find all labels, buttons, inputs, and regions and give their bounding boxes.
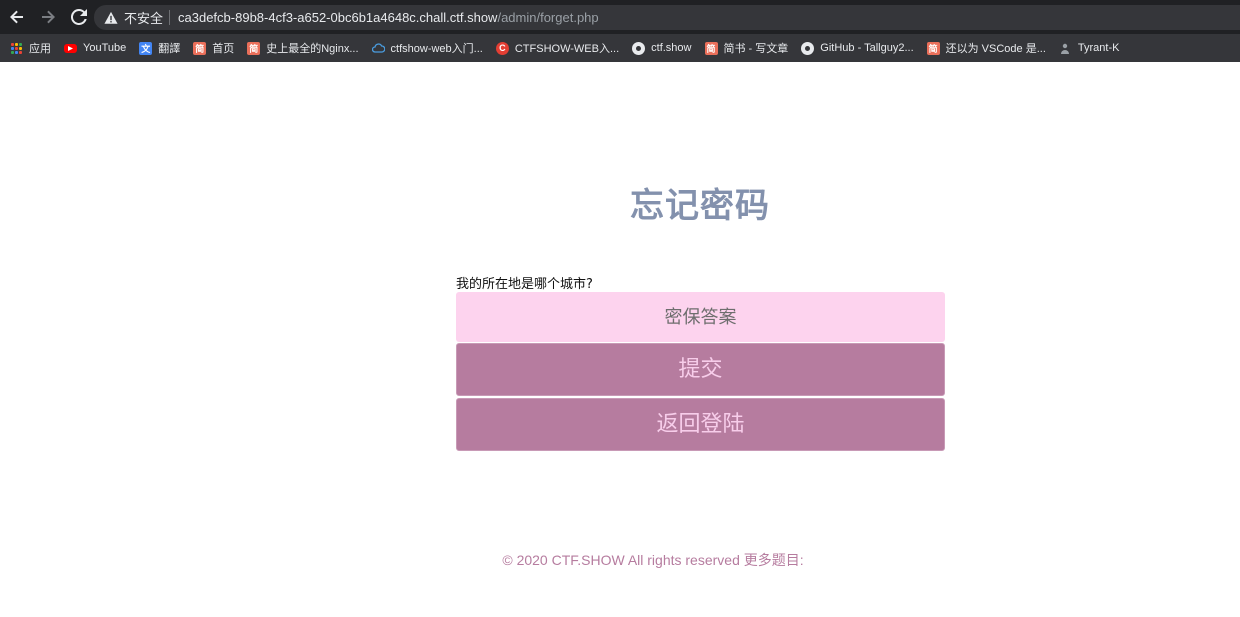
jianshu-icon: 简 xyxy=(247,41,261,55)
bookmark-label: YouTube xyxy=(83,42,127,54)
security-status: 不安全 xyxy=(124,11,164,26)
footer-text: © 2020 CTF.SHOW All rights reserved 更多题目… xyxy=(502,552,804,568)
bookmark-item[interactable]: ctfshow-web入门... xyxy=(371,40,483,56)
jianshu-icon: 简 xyxy=(193,41,207,55)
bookmark-item[interactable]: 文翻譯 xyxy=(139,40,180,56)
browser-toolbar: 不安全 ca3defcb-89b8-4cf3-a652-0bc6b1a4648c… xyxy=(0,0,1240,34)
bookmark-item[interactable]: 简史上最全的Nginx... xyxy=(247,40,359,56)
bookmark-item[interactable]: C CTFSHOW-WEB入... xyxy=(495,40,620,56)
forward-arrow-icon[interactable] xyxy=(34,3,62,31)
bookmark-label: ctf.show xyxy=(651,42,692,54)
bookmark-label: 应用 xyxy=(29,43,51,55)
submit-button[interactable]: 提交 xyxy=(456,343,945,396)
translate-icon: 文 xyxy=(139,41,153,55)
csdn-icon: C xyxy=(495,41,509,55)
person-icon xyxy=(1059,42,1072,55)
bookmark-label: 史上最全的Nginx... xyxy=(266,43,359,55)
bookmark-label: CTFSHOW-WEB入... xyxy=(514,43,620,55)
bookmark-label: 还以为 VSCode 是... xyxy=(945,43,1046,55)
globe-icon xyxy=(632,41,646,55)
bookmark-item[interactable]: Tyrant-K xyxy=(1059,42,1120,55)
bookmark-label: 简书 - 写文章 xyxy=(723,43,789,55)
url-path: /admin/forget.php xyxy=(497,10,599,25)
bookmark-item[interactable]: GitHub - Tallguy2... xyxy=(801,41,914,55)
back-arrow-icon[interactable] xyxy=(3,3,31,31)
jianshu-icon: 简 xyxy=(926,41,940,55)
youtube-icon xyxy=(64,43,77,53)
warning-icon xyxy=(104,11,118,24)
bookmark-label: 首页 xyxy=(212,43,235,55)
bookmark-label: ctfshow-web入门... xyxy=(390,43,483,55)
security-answer-input[interactable] xyxy=(456,292,945,342)
bookmark-label: GitHub - Tallguy2... xyxy=(820,42,914,54)
bookmark-item[interactable]: YouTube xyxy=(64,42,126,54)
page-title: 忘记密码 xyxy=(630,186,770,226)
cloud-icon xyxy=(371,42,385,55)
reload-icon[interactable] xyxy=(65,3,93,31)
address-bar[interactable]: 不安全 ca3defcb-89b8-4cf3-a652-0bc6b1a4648c… xyxy=(94,5,1240,30)
back-to-login-button[interactable]: 返回登陆 xyxy=(456,398,945,451)
bookmark-item[interactable]: 应用 xyxy=(10,40,51,56)
jianshu-icon: 简 xyxy=(704,41,718,55)
bookmark-item[interactable]: 简简书 - 写文章 xyxy=(704,40,789,56)
github-icon xyxy=(801,41,815,55)
apps-grid-icon xyxy=(10,42,23,55)
bookmark-label: 翻譯 xyxy=(158,43,181,55)
bookmark-label: Tyrant-K xyxy=(1077,42,1120,54)
bookmark-item[interactable]: ctf.show xyxy=(632,41,692,55)
divider xyxy=(169,10,171,25)
url-host: ca3defcb-89b8-4cf3-a652-0bc6b1a4648c.cha… xyxy=(178,10,498,25)
bookmark-item[interactable]: 简还以为 VSCode 是... xyxy=(926,40,1046,56)
bookmarks-bar: 应用 YouTube 文翻譯简首页简史上最全的Nginx... ctfshow-web… xyxy=(0,34,1240,62)
bookmark-item[interactable]: 简首页 xyxy=(193,40,234,56)
security-question-label: 我的所在地是哪个城市? xyxy=(456,277,593,292)
